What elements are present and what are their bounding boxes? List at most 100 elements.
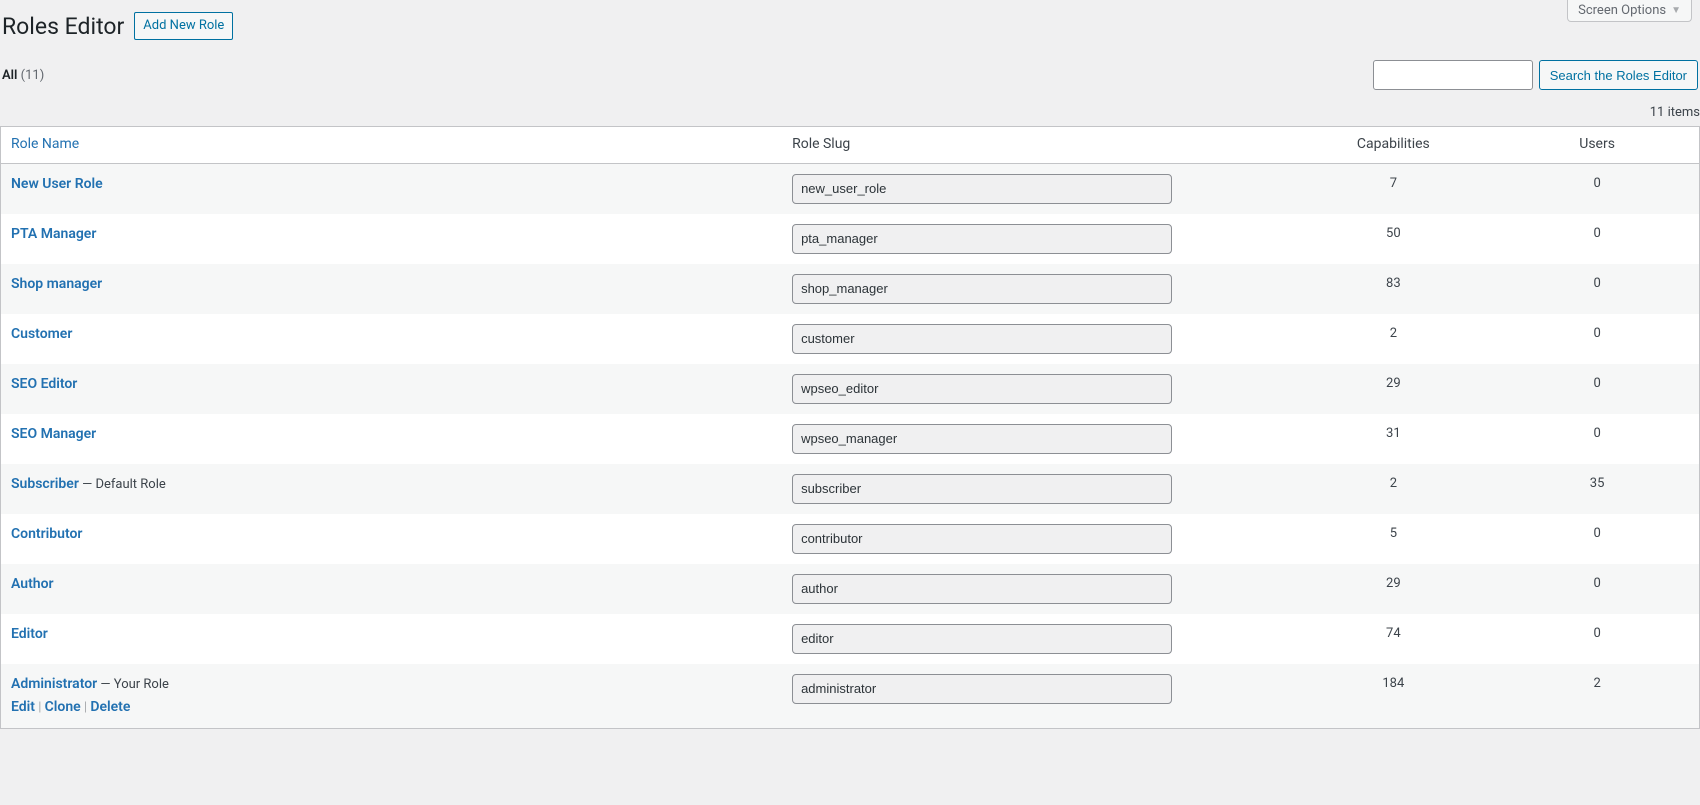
role-users-cell: 0	[1495, 164, 1699, 214]
role-users-cell: 0	[1495, 414, 1699, 464]
role-slug-input[interactable]	[792, 524, 1172, 554]
role-name-cell: Shop manager	[1, 264, 782, 314]
role-slug-cell	[782, 614, 1291, 664]
role-caps-cell: 50	[1291, 214, 1495, 264]
role-name-cell: SEO Editor	[1, 364, 782, 414]
filter-all-label[interactable]: All	[2, 68, 17, 83]
role-name-cell: Subscriber — Default Role	[1, 464, 782, 514]
edit-link[interactable]: Edit	[11, 699, 35, 715]
role-name-link[interactable]: Shop manager	[11, 276, 102, 292]
role-users-cell: 0	[1495, 214, 1699, 264]
role-name-cell: Contributor	[1, 514, 782, 564]
role-slug-input[interactable]	[792, 424, 1172, 454]
col-capabilities: Capabilities	[1291, 127, 1495, 164]
role-slug-input[interactable]	[792, 474, 1172, 504]
role-name-link[interactable]: SEO Manager	[11, 426, 96, 442]
table-row: Administrator — Your Role Edit | Clone | …	[1, 664, 1699, 728]
filter-links: All (11)	[2, 68, 44, 83]
role-caps-cell: 184	[1291, 664, 1495, 728]
role-caps-cell: 29	[1291, 364, 1495, 414]
role-name-link[interactable]: New User Role	[11, 176, 103, 192]
role-slug-input[interactable]	[792, 224, 1172, 254]
role-name-link[interactable]: SEO Editor	[11, 376, 77, 392]
table-row: Editor 740	[1, 614, 1699, 664]
role-caps-cell: 74	[1291, 614, 1495, 664]
row-actions: Edit | Clone | Delete	[11, 695, 772, 718]
table-row: PTA Manager 500	[1, 214, 1699, 264]
role-slug-cell	[782, 364, 1291, 414]
table-row: SEO Manager 310	[1, 414, 1699, 464]
table-row: Contributor 50	[1, 514, 1699, 564]
role-caps-cell: 2	[1291, 314, 1495, 364]
role-name-link[interactable]: Author	[11, 576, 54, 592]
chevron-down-icon: ▼	[1671, 5, 1681, 16]
role-name-cell: New User Role	[1, 164, 782, 214]
role-slug-input[interactable]	[792, 674, 1172, 704]
search-box: Search the Roles Editor	[1373, 60, 1698, 90]
role-slug-input[interactable]	[792, 324, 1172, 354]
role-name-link[interactable]: Customer	[11, 326, 72, 342]
add-new-role-button[interactable]: Add New Role	[134, 12, 233, 40]
filter-all-count: (11)	[21, 68, 45, 83]
role-users-cell: 0	[1495, 564, 1699, 614]
role-slug-cell	[782, 164, 1291, 214]
items-count: 11 items	[1650, 105, 1700, 120]
role-slug-cell	[782, 414, 1291, 464]
role-caps-cell: 7	[1291, 164, 1495, 214]
role-caps-cell: 5	[1291, 514, 1495, 564]
role-name-cell: PTA Manager	[1, 214, 782, 264]
table-row: SEO Editor 290	[1, 364, 1699, 414]
role-slug-input[interactable]	[792, 574, 1172, 604]
role-name-cell: Author	[1, 564, 782, 614]
role-users-cell: 0	[1495, 514, 1699, 564]
delete-link[interactable]: Delete	[90, 699, 130, 715]
role-users-cell: 2	[1495, 664, 1699, 728]
role-name-cell: Administrator — Your Role Edit | Clone | …	[1, 664, 782, 728]
role-name-suffix: — Default Role	[79, 477, 166, 492]
table-row: Customer 20	[1, 314, 1699, 364]
role-users-cell: 0	[1495, 314, 1699, 364]
role-slug-cell	[782, 264, 1291, 314]
screen-options-label: Screen Options	[1578, 3, 1666, 18]
role-name-link[interactable]: Administrator	[11, 676, 97, 692]
search-button[interactable]: Search the Roles Editor	[1539, 60, 1698, 90]
role-slug-cell	[782, 564, 1291, 614]
role-slug-cell	[782, 464, 1291, 514]
table-row: Shop manager 830	[1, 264, 1699, 314]
clone-link[interactable]: Clone	[45, 699, 81, 715]
page-title: Roles Editor	[2, 13, 124, 40]
role-name-link[interactable]: Subscriber	[11, 476, 79, 492]
role-caps-cell: 2	[1291, 464, 1495, 514]
role-slug-input[interactable]	[792, 624, 1172, 654]
role-name-cell: Customer	[1, 314, 782, 364]
search-input[interactable]	[1373, 60, 1533, 90]
table-row: New User Role 70	[1, 164, 1699, 214]
role-caps-cell: 83	[1291, 264, 1495, 314]
role-slug-cell	[782, 314, 1291, 364]
role-name-link[interactable]: Contributor	[11, 526, 82, 542]
role-name-suffix: — Your Role	[97, 677, 169, 692]
role-slug-input[interactable]	[792, 274, 1172, 304]
role-users-cell: 0	[1495, 614, 1699, 664]
role-users-cell: 35	[1495, 464, 1699, 514]
roles-table: Role Name Role Slug Capabilities Users N…	[0, 126, 1700, 729]
role-name-link[interactable]: PTA Manager	[11, 226, 96, 242]
table-row: Subscriber — Default Role 235	[1, 464, 1699, 514]
role-name-link[interactable]: Editor	[11, 626, 48, 642]
role-slug-cell	[782, 664, 1291, 728]
role-name-cell: Editor	[1, 614, 782, 664]
col-role-slug: Role Slug	[782, 127, 1291, 164]
role-users-cell: 0	[1495, 264, 1699, 314]
role-slug-cell	[782, 214, 1291, 264]
role-caps-cell: 31	[1291, 414, 1495, 464]
role-caps-cell: 29	[1291, 564, 1495, 614]
role-slug-input[interactable]	[792, 374, 1172, 404]
role-users-cell: 0	[1495, 364, 1699, 414]
col-users: Users	[1495, 127, 1699, 164]
table-row: Author 290	[1, 564, 1699, 614]
screen-options-toggle[interactable]: Screen Options ▼	[1567, 0, 1692, 22]
role-name-cell: SEO Manager	[1, 414, 782, 464]
role-slug-input[interactable]	[792, 174, 1172, 204]
role-slug-cell	[782, 514, 1291, 564]
col-role-name[interactable]: Role Name	[1, 127, 782, 164]
